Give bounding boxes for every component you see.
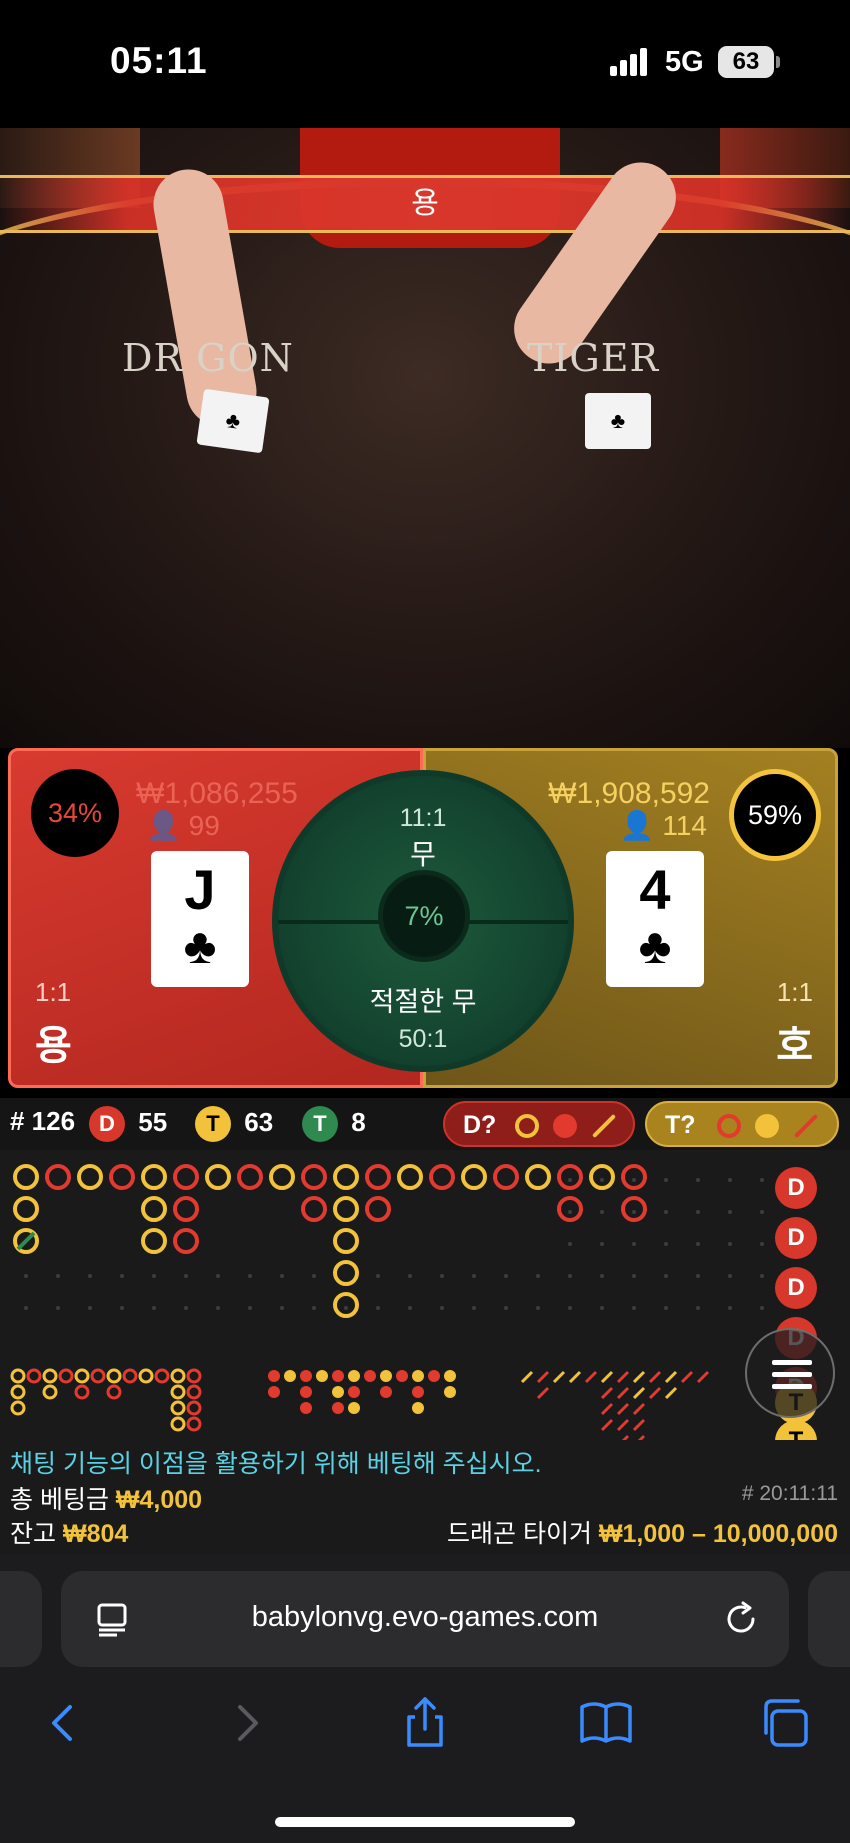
dragon-table-label: DR GON <box>122 336 294 380</box>
balance: 잔고 ₩804 <box>10 1520 129 1548</box>
dragon-odds: 1:1 <box>35 977 72 1007</box>
browser-chrome: babylonvg.evo-games.com <box>0 1555 850 1843</box>
back-icon[interactable] <box>36 1695 92 1751</box>
big-eye-dot-icon <box>755 1114 779 1138</box>
dragon-total-amount: ₩1,086,255 <box>136 777 298 810</box>
tiger-percent: 59% <box>729 769 821 861</box>
dragon-win-count: D 55 <box>89 1106 167 1142</box>
chat-notice: 채팅 기능의 이점을 활용하기 위해 베팅해 주십시오. <box>10 1450 542 1478</box>
dragon-label: 용 <box>35 1024 72 1068</box>
side-road-chip: D <box>775 1217 817 1259</box>
dragon-table-card: ♣ <box>196 388 270 454</box>
big-eye-dot-icon <box>553 1114 577 1138</box>
club-icon: ♣ <box>183 918 217 974</box>
tie-section[interactable]: 11:1 무 <box>278 804 568 873</box>
big-road-ring-icon <box>515 1114 539 1138</box>
tiger-odds: 1:1 <box>776 977 813 1007</box>
table-limits: 드래곤 타이거 ₩1,000 – 10,000,000 <box>447 1520 838 1548</box>
round-id: # 20:11:11 <box>741 1482 838 1505</box>
suited-tie-section[interactable]: 적절한 무 50:1 <box>278 980 568 1054</box>
tiger-table-card: ♣ <box>585 393 651 449</box>
road-grid <box>10 1164 764 1448</box>
status-time: 05:11 <box>110 40 208 81</box>
menu-button[interactable] <box>745 1328 835 1418</box>
side-road-chip: D <box>775 1167 817 1209</box>
tie-label: 무 <box>410 839 436 870</box>
tiger-card: 4 ♣ <box>606 851 704 987</box>
address-bar[interactable]: babylonvg.evo-games.com <box>61 1571 789 1667</box>
user-icon: 👤 <box>619 810 655 841</box>
home-indicator[interactable] <box>275 1817 575 1827</box>
cockroach-slash-icon <box>793 1113 819 1139</box>
suited-tie-odds: 50:1 <box>398 1025 448 1053</box>
suited-tie-label: 적절한 무 <box>369 987 477 1017</box>
tie-bet-spot[interactable]: 11:1 무 7% 적절한 무 50:1 <box>272 770 574 1072</box>
url-text: babylonvg.evo-games.com <box>251 1601 599 1633</box>
dragon-badge-icon: D <box>89 1106 125 1142</box>
dragon-predict-button[interactable]: D? <box>443 1101 635 1147</box>
dragon-percent: 34% <box>31 769 119 857</box>
game-info: 채팅 기능의 이점을 활용하기 위해 베팅해 주십시오. 총 베팅금 ₩4,00… <box>0 1440 850 1555</box>
reload-icon[interactable] <box>723 1601 759 1637</box>
dragon-player-count: 👤 99 <box>146 810 220 841</box>
dragon-card: J ♣ <box>151 851 249 987</box>
tie-odds: 11:1 <box>399 804 447 832</box>
big-road-ring-icon <box>717 1114 741 1138</box>
share-icon[interactable] <box>397 1695 453 1751</box>
tiger-predict-button[interactable]: T? <box>645 1101 839 1147</box>
forward-icon[interactable] <box>218 1695 274 1751</box>
big-road <box>13 1164 647 1318</box>
scoreboard-roads[interactable]: D D D D D T T <box>0 1150 850 1462</box>
previous-tab-preview[interactable] <box>0 1571 42 1667</box>
battery-tip <box>776 56 780 68</box>
tie-percent: 7% <box>378 870 470 962</box>
tie-win-count: T 8 <box>302 1106 366 1142</box>
tiger-badge-icon: T <box>195 1106 231 1142</box>
round-count: # 126 <box>10 1106 76 1136</box>
tabs-icon[interactable] <box>758 1695 814 1751</box>
small-road <box>268 1370 456 1414</box>
user-icon: 👤 <box>146 810 181 841</box>
betting-panel: 34% ₩1,086,255 👤 99 J ♣ 1:1 용 ₩1,908,592… <box>8 748 838 1088</box>
tiger-table-label: TIGER <box>527 336 660 380</box>
tie-mark <box>16 1231 36 1251</box>
grid-dots <box>24 1178 764 1310</box>
cockroach-slash-icon <box>591 1113 617 1139</box>
tiger-player-count: 👤 114 <box>619 810 707 841</box>
club-icon: ♣ <box>638 918 672 974</box>
network-type: 5G <box>665 46 704 78</box>
total-bet: 총 베팅금 ₩4,000 <box>10 1486 203 1514</box>
signal-icon <box>610 48 650 76</box>
status-bar: 05:11 5G 63 <box>0 0 850 128</box>
cockroach-road <box>520 1370 710 1448</box>
tie-badge-icon: T <box>302 1106 338 1142</box>
big-eye-road <box>10 1368 202 1432</box>
side-road-chip: D <box>775 1267 817 1309</box>
battery-icon: 63 <box>718 46 774 78</box>
stats-row: # 126 D 55 T 63 T 8 D? T? <box>0 1098 850 1150</box>
winner-banner: 용 <box>0 175 850 233</box>
bookmarks-icon[interactable] <box>578 1695 634 1751</box>
tiger-total-amount: ₩1,908,592 <box>548 777 710 810</box>
tiger-win-count: T 63 <box>195 1106 273 1142</box>
live-video: 용 DR GON TIGER ♣ ♣ <box>0 128 850 748</box>
next-tab-preview[interactable] <box>808 1571 850 1667</box>
tiger-label: 호 <box>776 1024 813 1068</box>
